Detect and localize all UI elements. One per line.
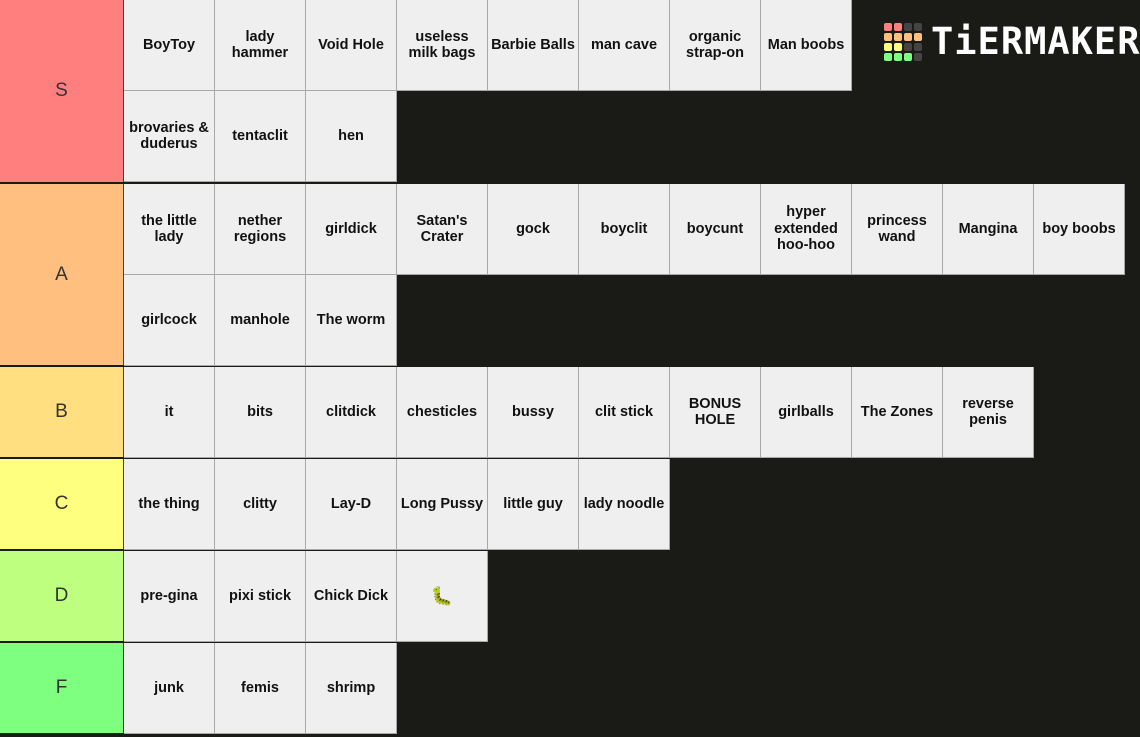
- logo-square: [894, 22, 902, 31]
- tier-list-board: TiERMAKER S BoyToy lady hammer Void Hole use…: [0, 0, 1140, 737]
- tier-item[interactable]: lady noodle: [579, 459, 670, 550]
- logo-square: [884, 32, 892, 41]
- tier-item[interactable]: BoyToy: [124, 0, 215, 91]
- tier-items: it bits clitdick chesticles bussy clit stick B…: [124, 367, 1128, 458]
- tier-row-a: Athe little lady nether regions girldick Sa…: [0, 184, 1140, 367]
- tier-item[interactable]: man cave: [579, 0, 670, 91]
- logo-square: [904, 42, 912, 51]
- tier-item[interactable]: Satan's Crater: [397, 184, 488, 275]
- logo-square: [914, 42, 922, 51]
- logo-square: [914, 52, 922, 61]
- logo-square: [894, 52, 902, 61]
- tier-item[interactable]: BONUS HOLE: [670, 367, 761, 458]
- tier-item[interactable]: Long Pussy: [397, 459, 488, 550]
- tier-items: the little lady nether regions girldick Sat…: [124, 184, 1128, 366]
- tier-items: the thing clitty Lay-D Long Pussy little guy…: [124, 459, 1128, 550]
- tier-item[interactable]: Barbie Balls: [488, 0, 579, 91]
- tier-item[interactable]: chesticles: [397, 367, 488, 458]
- tier-item[interactable]: Lay-D: [306, 459, 397, 550]
- tier-item[interactable]: bussy: [488, 367, 579, 458]
- tier-item[interactable]: organic strap-on: [670, 0, 761, 91]
- tier-item[interactable]: Chick Dick: [306, 551, 397, 642]
- tier-row-b: Bit bits clitdick chesticles bussy clit stick…: [0, 367, 1140, 459]
- tiermaker-logo-text: TiERMAKER: [931, 20, 1140, 63]
- tier-item[interactable]: clit stick: [579, 367, 670, 458]
- tier-item[interactable]: girlcock: [124, 275, 215, 366]
- tier-item[interactable]: pre-gina: [124, 551, 215, 642]
- tier-item[interactable]: The worm: [306, 275, 397, 366]
- tier-item[interactable]: Void Hole: [306, 0, 397, 91]
- tier-item[interactable]: nether regions: [215, 184, 306, 275]
- tier-row-f: Fjunk femis shrimp: [0, 643, 1140, 735]
- tier-items: BoyToy lady hammer Void Hole useless milk b…: [124, 0, 854, 182]
- tier-item[interactable]: useless milk bags: [397, 0, 488, 91]
- tier-item[interactable]: shrimp: [306, 643, 397, 734]
- tier-item[interactable]: hen: [306, 91, 397, 182]
- logo-square: [914, 32, 922, 41]
- tier-item[interactable]: junk: [124, 643, 215, 734]
- tier-item[interactable]: Man boobs: [761, 0, 852, 91]
- tier-item[interactable]: girldick: [306, 184, 397, 275]
- tier-item[interactable]: boyclit: [579, 184, 670, 275]
- tier-item[interactable]: princess wand: [852, 184, 943, 275]
- tier-label[interactable]: A: [0, 184, 124, 365]
- tier-label[interactable]: F: [0, 643, 124, 733]
- tier-item[interactable]: gock: [488, 184, 579, 275]
- logo-square: [894, 42, 902, 51]
- tier-item[interactable]: clitdick: [306, 367, 397, 458]
- tier-item[interactable]: pixi stick: [215, 551, 306, 642]
- tier-item[interactable]: brovaries & duderus: [124, 91, 215, 182]
- tier-items: pre-gina pixi stick Chick Dick 🐛: [124, 551, 1128, 642]
- tier-items: junk femis shrimp: [124, 643, 1128, 734]
- tier-item[interactable]: clitty: [215, 459, 306, 550]
- logo-square: [884, 22, 892, 31]
- tier-item[interactable]: tentaclit: [215, 91, 306, 182]
- tiermaker-logo: TiERMAKER: [884, 20, 1140, 63]
- tier-item[interactable]: the little lady: [124, 184, 215, 275]
- tier-row-c: Cthe thing clitty Lay-D Long Pussy little gu…: [0, 459, 1140, 551]
- tier-item[interactable]: Mangina: [943, 184, 1034, 275]
- tier-item[interactable]: lady hammer: [215, 0, 306, 91]
- tier-item[interactable]: hyper extended hoo-hoo: [761, 184, 852, 275]
- caterpillar-icon-item[interactable]: 🐛: [397, 551, 488, 642]
- tier-label[interactable]: B: [0, 367, 124, 457]
- logo-square: [904, 32, 912, 41]
- tier-row-d: Dpre-gina pixi stick Chick Dick 🐛: [0, 551, 1140, 643]
- tier-item[interactable]: boy boobs: [1034, 184, 1125, 275]
- tier-item[interactable]: it: [124, 367, 215, 458]
- logo-square: [884, 52, 892, 61]
- logo-square: [914, 22, 922, 31]
- tier-label[interactable]: S: [0, 0, 124, 182]
- tier-label[interactable]: D: [0, 551, 124, 641]
- tier-item[interactable]: femis: [215, 643, 306, 734]
- tier-item[interactable]: girlballs: [761, 367, 852, 458]
- tier-label[interactable]: C: [0, 459, 124, 549]
- logo-square: [904, 52, 912, 61]
- logo-square: [884, 42, 892, 51]
- tier-item[interactable]: little guy: [488, 459, 579, 550]
- tier-item[interactable]: reverse penis: [943, 367, 1034, 458]
- logo-square: [894, 32, 902, 41]
- tiermaker-logo-icon: [884, 22, 922, 61]
- tier-item[interactable]: the thing: [124, 459, 215, 550]
- tier-item[interactable]: boycunt: [670, 184, 761, 275]
- logo-square: [904, 22, 912, 31]
- tier-item[interactable]: manhole: [215, 275, 306, 366]
- tier-item[interactable]: bits: [215, 367, 306, 458]
- tier-item[interactable]: The Zones: [852, 367, 943, 458]
